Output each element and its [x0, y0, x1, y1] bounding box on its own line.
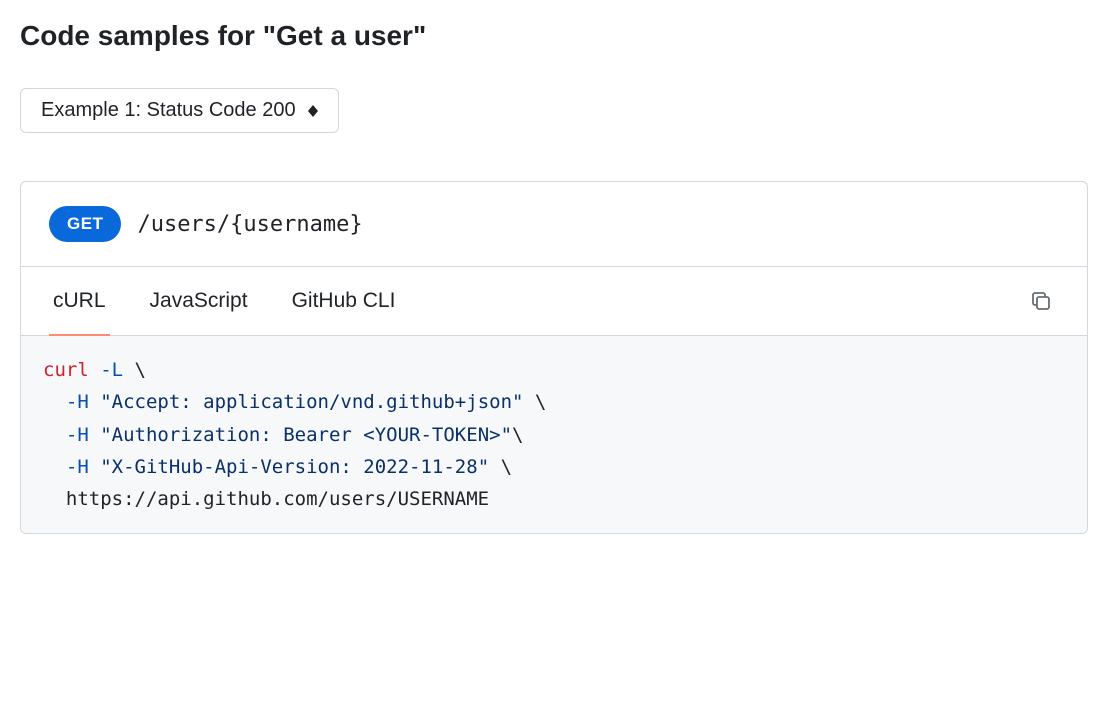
code-token-flag: -L [89, 359, 135, 381]
code-token-string: "Authorization: Bearer <YOUR-TOKEN>" [100, 424, 512, 446]
code-token-flag: -H [43, 424, 100, 446]
code-token-string: "X-GitHub-Api-Version: 2022-11-28" [100, 456, 489, 478]
code-token-cmd: curl [43, 359, 89, 381]
code-token-flag: -H [43, 391, 100, 413]
tabs-row: cURL JavaScript GitHub CLI [21, 267, 1087, 336]
endpoint-path: /users/{username} [137, 212, 362, 237]
endpoint-row: GET /users/{username} [21, 182, 1087, 267]
tabs: cURL JavaScript GitHub CLI [49, 267, 399, 335]
code-token-url: https://api.github.com/users/USERNAME [43, 488, 489, 510]
code-token-continuation: \ [512, 424, 523, 446]
page-title: Code samples for "Get a user" [20, 20, 1088, 52]
tab-github-cli[interactable]: GitHub CLI [288, 267, 400, 335]
code-token-continuation: \ [523, 391, 546, 413]
code-panel: GET /users/{username} cURL JavaScript Gi… [20, 181, 1088, 534]
code-token-flag: -H [43, 456, 100, 478]
tab-javascript[interactable]: JavaScript [146, 267, 252, 335]
example-select-label: Example 1: Status Code 200 [41, 99, 296, 122]
select-arrows-icon [308, 105, 318, 117]
code-token-continuation: \ [489, 456, 512, 478]
http-method-badge: GET [49, 206, 121, 242]
code-block: curl -L \ -H "Accept: application/vnd.gi… [21, 336, 1087, 533]
copy-icon [1029, 289, 1053, 313]
code-token-string: "Accept: application/vnd.github+json" [100, 391, 523, 413]
copy-button[interactable] [1023, 283, 1059, 319]
tab-curl[interactable]: cURL [49, 267, 110, 335]
example-select[interactable]: Example 1: Status Code 200 [20, 88, 339, 133]
code-token-continuation: \ [135, 359, 146, 381]
